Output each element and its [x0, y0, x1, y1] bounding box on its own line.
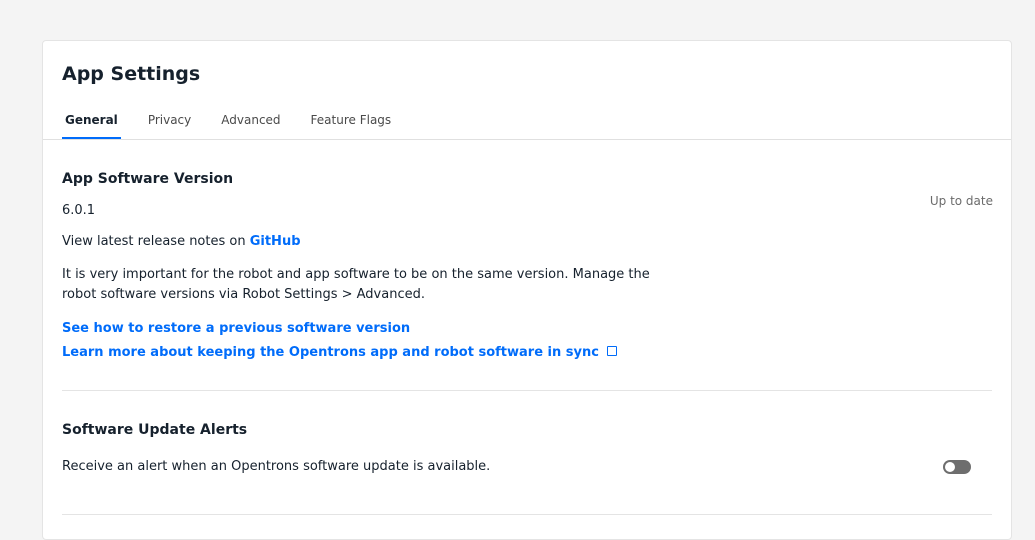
app-settings-card: App Settings General Privacy Advanced Fe…: [42, 40, 1012, 540]
version-number: 6.0.1: [62, 203, 96, 218]
tab-privacy[interactable]: Privacy: [148, 113, 191, 135]
version-status: Up to date: [929, 194, 993, 208]
sync-software-link[interactable]: Learn more about keeping the Opentrons a…: [62, 345, 599, 360]
section-divider: [62, 390, 992, 391]
update-alerts-toggle[interactable]: [943, 460, 971, 474]
description-line-2: robot software versions via Robot Settin…: [62, 287, 425, 302]
restore-version-link[interactable]: See how to restore a previous software v…: [62, 321, 410, 336]
tab-general[interactable]: General: [62, 113, 121, 139]
settings-tabs: General Privacy Advanced Feature Flags: [62, 113, 421, 139]
update-alerts-title: Software Update Alerts: [62, 422, 248, 438]
external-link-icon: [606, 346, 617, 356]
release-notes-prefix: View latest release notes on: [62, 234, 250, 249]
description-line-1: It is very important for the robot and a…: [62, 267, 650, 282]
restore-link-line: See how to restore a previous software v…: [62, 319, 410, 339]
section-divider-bottom: [62, 514, 992, 515]
github-link[interactable]: GitHub: [250, 234, 301, 249]
tab-feature-flags[interactable]: Feature Flags: [311, 113, 392, 135]
settings-header: App Settings General Privacy Advanced Fe…: [43, 41, 1011, 140]
page-title: App Settings: [62, 63, 201, 85]
version-description: It is very important for the robot and a…: [62, 265, 650, 305]
software-version-title: App Software Version: [62, 171, 234, 187]
toggle-knob: [945, 462, 955, 472]
tab-advanced[interactable]: Advanced: [221, 113, 280, 135]
sync-link-line: Learn more about keeping the Opentrons a…: [62, 343, 617, 363]
update-alerts-description: Receive an alert when an Opentrons softw…: [62, 459, 491, 474]
release-notes-line: View latest release notes on GitHub: [62, 232, 301, 252]
